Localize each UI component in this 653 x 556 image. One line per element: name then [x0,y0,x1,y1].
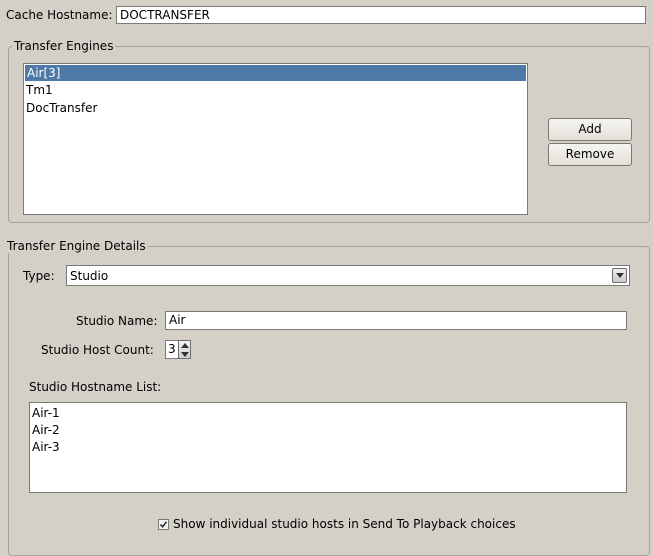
add-button[interactable]: Add [548,118,632,141]
studio-hostname-list[interactable]: Air-1 Air-2 Air-3 [29,402,627,493]
transfer-engine-details-legend: Transfer Engine Details [5,239,148,253]
host-count-stepper[interactable] [178,340,191,359]
show-hosts-checkbox[interactable] [158,519,169,530]
engine-item-air[interactable]: Air[3] [25,65,526,81]
transfer-engines-legend: Transfer Engines [12,39,116,53]
hostname-item[interactable]: Air-1 [30,405,626,422]
cache-hostname-input[interactable]: DOCTRANSFER [116,6,646,24]
chevron-down-icon[interactable] [612,268,627,283]
transfer-engine-details-group [8,246,650,556]
hostname-item[interactable]: Air-2 [30,422,626,439]
remove-button[interactable]: Remove [548,143,632,166]
type-label: Type: [23,269,55,283]
type-select-value: Studio [70,269,109,283]
type-select[interactable]: Studio [66,265,630,286]
hostname-item[interactable]: Air-3 [30,439,626,456]
studio-hostname-list-label: Studio Hostname List: [29,380,162,394]
studio-name-label: Studio Name: [76,314,158,328]
transfer-engines-list[interactable]: Air[3] Tm1 DocTransfer [23,63,528,215]
studio-host-count-label: Studio Host Count: [41,343,154,357]
stepper-down-icon[interactable] [179,350,190,359]
stepper-up-icon[interactable] [179,341,190,350]
engine-item-tm1[interactable]: Tm1 [24,81,527,99]
show-hosts-label[interactable]: Show individual studio hosts in Send To … [173,516,516,532]
studio-name-input[interactable]: Air [165,311,627,330]
engine-item-doctransfer[interactable]: DocTransfer [24,99,527,117]
cache-hostname-label: Cache Hostname: [6,8,113,22]
studio-host-count-input[interactable]: 3 [165,340,179,359]
